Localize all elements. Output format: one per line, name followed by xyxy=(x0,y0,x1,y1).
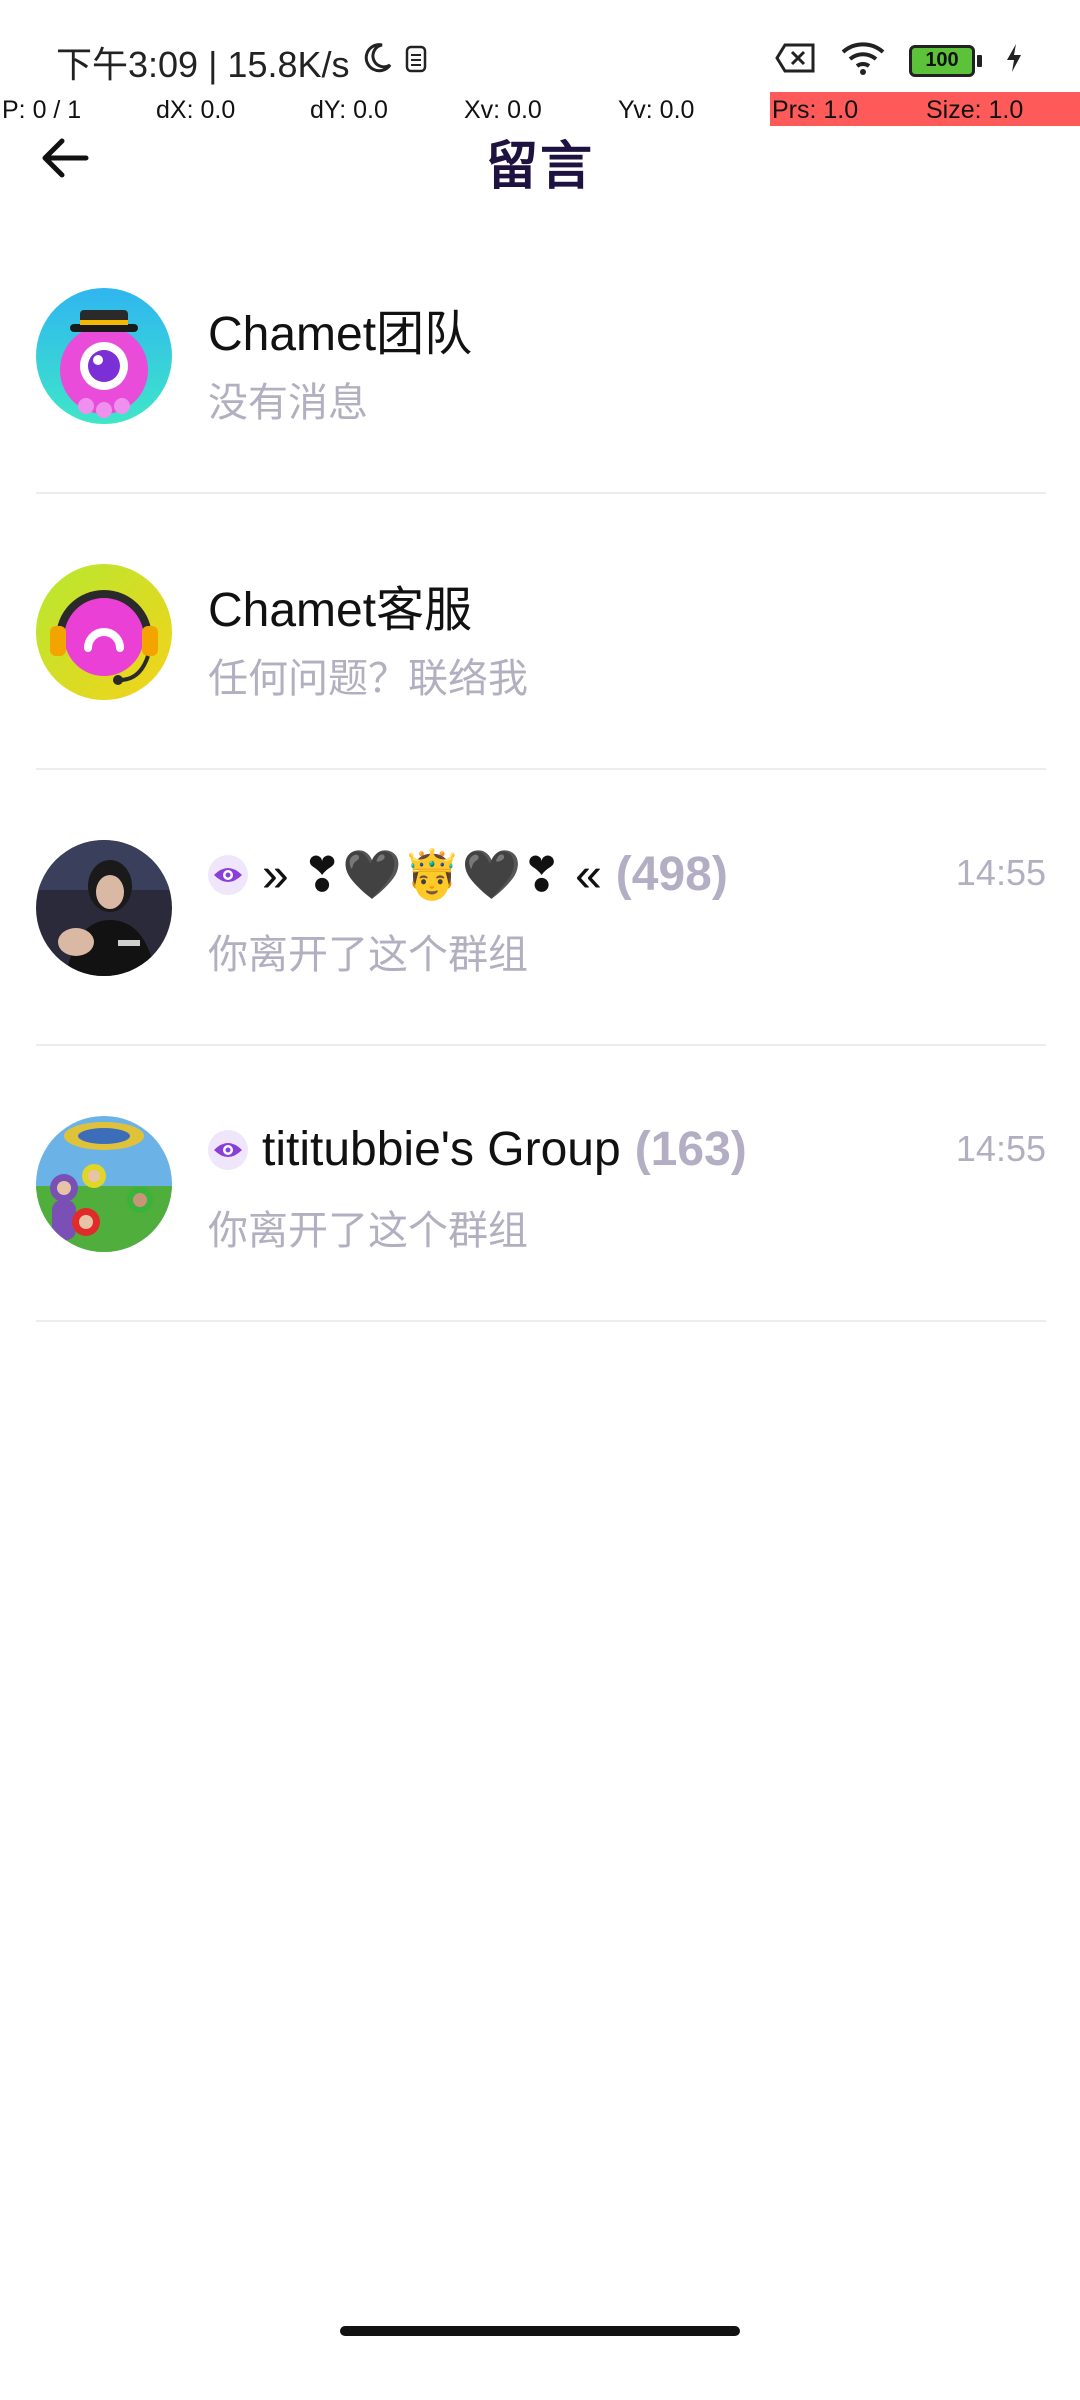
group-avatar-photo xyxy=(36,840,172,976)
conversation-item[interactable]: » ❣🖤🤴🖤❣ « (498) 14:55 你离开了这个群组 xyxy=(0,770,1080,1046)
no-sim-icon xyxy=(775,42,817,79)
conversation-item[interactable]: tititubbie's Group (163) 14:55 你离开了这个群组 xyxy=(0,1046,1080,1322)
chamet-team-avatar xyxy=(36,288,172,424)
battery-level: 100 xyxy=(909,44,975,77)
eye-icon xyxy=(208,1129,248,1170)
divider xyxy=(36,1320,1046,1322)
conversation-subtitle: 任何问题？联络我 xyxy=(208,657,528,701)
charging-icon xyxy=(1004,43,1024,78)
chamet-support-avatar xyxy=(36,564,172,700)
status-bar: 下午3:09 | 15.8K/s 100 xyxy=(0,0,1080,92)
conversation-list: Chamet团队 没有消息 Chamet客服 任何问题？联络我 » ❣🖤🤴🖤❣ … xyxy=(0,218,1080,1322)
status-right: 100 xyxy=(775,40,1024,81)
conversation-name: Chamet客服 xyxy=(208,570,472,640)
conversation-time: 14:55 xyxy=(955,1128,1046,1169)
eye-icon xyxy=(208,854,248,895)
page-title: 留言 xyxy=(485,137,594,197)
conversation-name: » ❣🖤🤴🖤❣ « (498) xyxy=(208,846,728,903)
conversation-subtitle: 你离开了这个群组 xyxy=(208,933,528,977)
conversation-item[interactable]: Chamet客服 任何问题？联络我 xyxy=(0,494,1080,770)
status-left: 下午3:09 | 15.8K/s xyxy=(56,36,428,88)
sim-icon xyxy=(404,41,428,83)
member-count: (498) xyxy=(615,848,728,901)
conversation-name-text: Chamet客服 xyxy=(208,584,473,637)
conversation-name: tititubbie's Group (163) xyxy=(208,1122,747,1177)
home-indicator[interactable] xyxy=(340,2326,740,2336)
conversation-subtitle: 没有消息 xyxy=(208,381,368,425)
conversation-item[interactable]: Chamet团队 没有消息 xyxy=(0,218,1080,494)
teletubbies-avatar xyxy=(36,1116,172,1252)
header: 留言 xyxy=(0,118,1080,198)
conversation-time: 14:55 xyxy=(955,852,1046,893)
conversation-subtitle: 你离开了这个群组 xyxy=(208,1209,528,1253)
wifi-icon xyxy=(839,40,887,81)
conversation-name: Chamet团队 xyxy=(208,294,472,364)
conversation-name-text: Chamet团队 xyxy=(208,308,473,361)
status-time-speed: 下午3:09 | 15.8K/s xyxy=(56,44,350,85)
conversation-name-text: tititubbie's Group xyxy=(262,1123,621,1176)
member-count: (163) xyxy=(634,1123,747,1176)
battery-icon: 100 xyxy=(909,44,982,77)
moon-icon xyxy=(360,41,394,84)
conversation-name-text: » ❣🖤🤴🖤❣ « xyxy=(262,849,602,902)
